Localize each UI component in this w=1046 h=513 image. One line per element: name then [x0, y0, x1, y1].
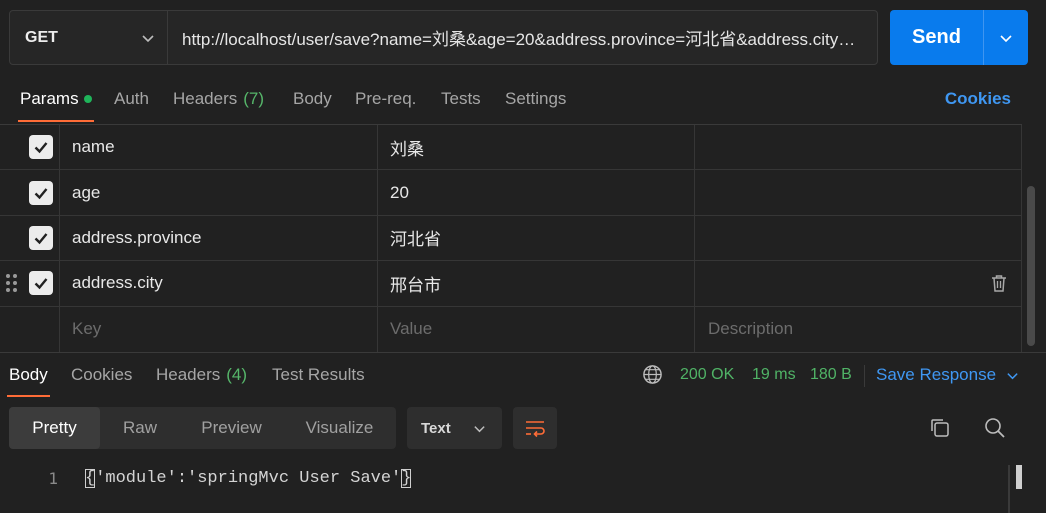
param-key[interactable]: address.province: [60, 215, 378, 261]
close-brace: }: [401, 468, 412, 488]
response-type-label: Text: [421, 419, 451, 437]
wrap-lines-icon: [526, 421, 545, 438]
checkmark-icon: [34, 187, 48, 199]
response-time[interactable]: 19 ms: [752, 353, 796, 397]
tab-settings[interactable]: Settings: [505, 76, 566, 122]
tab-test-results[interactable]: Test Results: [272, 353, 365, 397]
table-row: name 刘桑: [0, 125, 1022, 171]
tab-pretty[interactable]: Pretty: [9, 407, 100, 449]
code-scrollbar[interactable]: [1016, 465, 1022, 489]
param-key[interactable]: name: [60, 125, 378, 170]
search-icon[interactable]: [983, 416, 1007, 440]
row-checkbox[interactable]: [29, 180, 53, 205]
code-line[interactable]: {'module':'springMvc User Save'}: [85, 468, 412, 488]
chevron-down-icon: [1007, 372, 1018, 379]
tab-visualize[interactable]: Visualize: [283, 407, 396, 449]
tab-response-body[interactable]: Body: [7, 353, 50, 397]
headers-count: (7): [243, 89, 265, 108]
tab-preview[interactable]: Preview: [180, 407, 283, 449]
params-table: name 刘桑 age 20 address.province 河北省 addr…: [0, 124, 1022, 352]
send-button-group: Send: [890, 10, 1028, 65]
request-url-bar: GET http://localhost/user/save?name=刘桑&a…: [9, 10, 878, 65]
param-value[interactable]: 刘桑: [378, 125, 695, 170]
chevron-down-icon: [142, 34, 154, 42]
drag-handle-icon[interactable]: [5, 272, 19, 294]
table-row-new: Key Value Description: [0, 306, 1022, 352]
divider: [864, 365, 865, 387]
tab-headers[interactable]: Headers (7): [173, 76, 264, 122]
tab-response-headers-label: Headers: [156, 364, 221, 384]
param-key[interactable]: address.city: [60, 261, 378, 306]
tab-tests[interactable]: Tests: [441, 76, 481, 122]
line-number: 1: [48, 468, 58, 488]
response-tabs: Body Cookies Headers (4) Test Results 20…: [0, 352, 1046, 397]
param-key[interactable]: age: [60, 170, 378, 215]
param-description-cell: [695, 261, 1022, 306]
response-body-code: 1 {'module':'springMvc User Save'}: [0, 463, 1046, 493]
response-size[interactable]: 180 B: [810, 353, 852, 397]
row-checkbox-cell: [0, 306, 60, 352]
send-options-button[interactable]: [984, 10, 1028, 65]
response-format-tabs: Pretty Raw Preview Visualize: [9, 407, 396, 449]
row-checkbox-cell: [0, 170, 60, 215]
method-select[interactable]: GET: [10, 11, 168, 64]
request-tabs: Params Auth Headers (7) Body Pre-req. Te…: [0, 76, 1046, 122]
tab-auth[interactable]: Auth: [114, 76, 149, 122]
tab-params[interactable]: Params: [18, 76, 94, 122]
row-checkbox[interactable]: [29, 225, 53, 250]
param-description[interactable]: [695, 125, 1022, 170]
save-response-label: Save Response: [876, 365, 997, 384]
wrap-lines-button[interactable]: [513, 407, 557, 449]
code-scrollbar-track: [1008, 465, 1010, 513]
checkmark-icon: [34, 142, 48, 154]
new-value-input[interactable]: Value: [378, 306, 695, 352]
params-scrollbar[interactable]: [1027, 186, 1035, 346]
table-row: age 20: [0, 170, 1022, 216]
param-value[interactable]: 河北省: [378, 215, 695, 261]
status-code[interactable]: 200 OK: [680, 353, 734, 397]
table-row: address.province 河北省: [0, 215, 1022, 262]
tab-body[interactable]: Body: [293, 76, 332, 122]
checkmark-icon: [34, 278, 48, 290]
open-brace: {: [85, 468, 96, 488]
save-response-button[interactable]: Save Response: [876, 353, 1019, 397]
copy-icon[interactable]: [928, 416, 952, 440]
tab-prereq[interactable]: Pre-req.: [355, 76, 416, 122]
tab-params-label: Params: [20, 89, 79, 108]
param-value[interactable]: 20: [378, 170, 695, 215]
row-checkbox[interactable]: [29, 135, 53, 160]
row-checkbox[interactable]: [29, 271, 53, 296]
param-description[interactable]: [695, 170, 1022, 215]
checkmark-icon: [34, 233, 48, 245]
code-content: 'module':'springMvc User Save': [95, 468, 402, 488]
param-description[interactable]: [695, 215, 1022, 261]
send-button[interactable]: Send: [890, 10, 984, 65]
tab-headers-label: Headers: [173, 89, 238, 108]
method-label: GET: [25, 28, 58, 46]
tab-response-headers[interactable]: Headers (4): [156, 353, 247, 397]
trash-icon[interactable]: [991, 274, 1007, 293]
globe-icon[interactable]: [642, 364, 663, 385]
response-headers-count: (4): [226, 364, 248, 384]
new-description-input[interactable]: Description: [695, 306, 1022, 352]
cookies-link[interactable]: Cookies: [945, 76, 1011, 122]
tab-response-cookies[interactable]: Cookies: [71, 353, 132, 397]
params-indicator-dot: [83, 95, 92, 103]
tab-raw[interactable]: Raw: [100, 407, 180, 449]
chevron-down-icon: [1000, 34, 1012, 42]
param-value[interactable]: 邢台市: [378, 261, 695, 306]
new-key-input[interactable]: Key: [60, 306, 378, 352]
response-type-select[interactable]: Text: [407, 407, 502, 449]
chevron-down-icon: [474, 425, 485, 432]
table-row: address.city 邢台市: [0, 261, 1022, 307]
row-checkbox-cell: [0, 261, 60, 306]
row-checkbox-cell: [0, 125, 60, 170]
row-checkbox-cell: [0, 215, 60, 261]
url-input[interactable]: http://localhost/user/save?name=刘桑&age=2…: [168, 11, 877, 64]
